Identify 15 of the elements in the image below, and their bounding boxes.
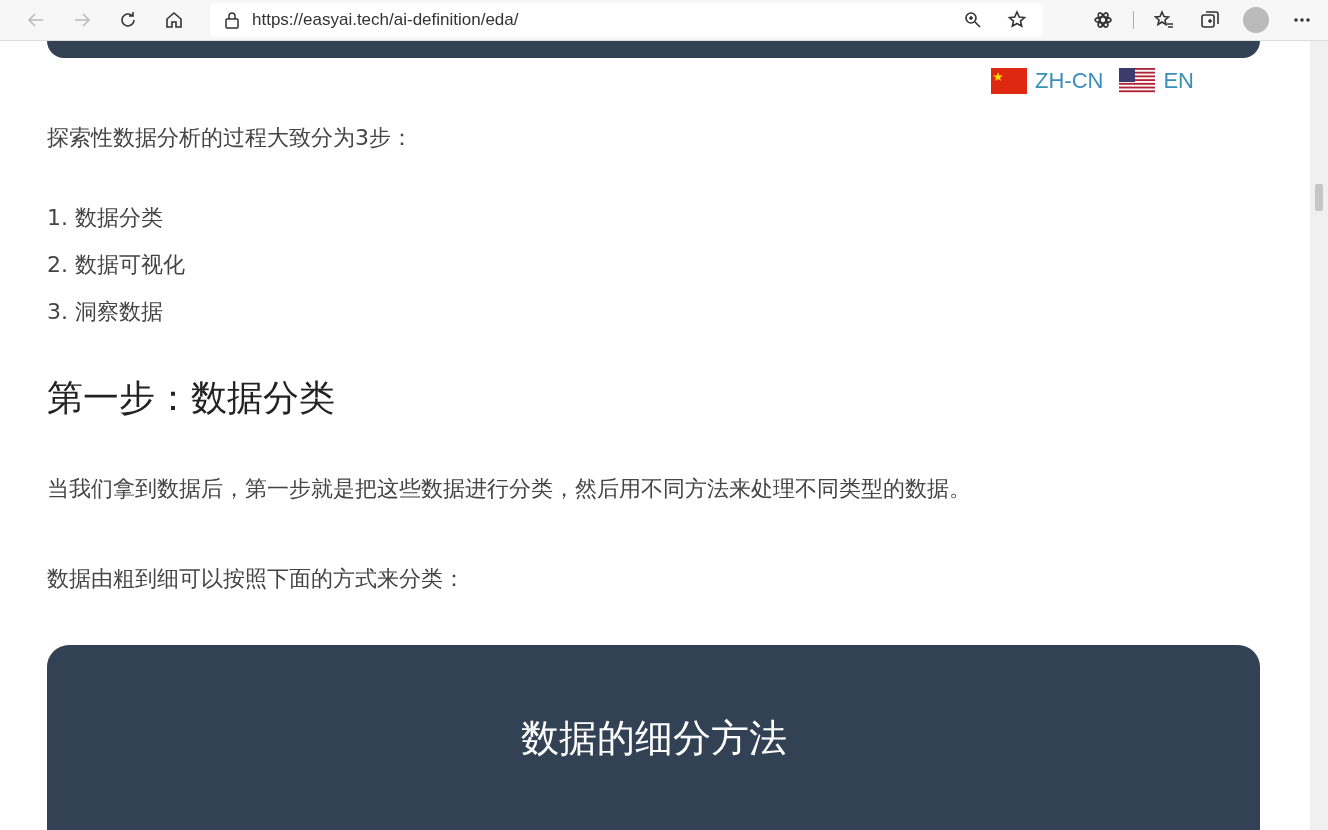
paragraph: 数据由粗到细可以按照下面的方式来分类：	[47, 565, 466, 593]
card-title: 数据的细分方法	[520, 715, 787, 762]
scrollbar[interactable]	[1310, 41, 1328, 830]
flag-icon	[991, 68, 1027, 94]
paragraph: 探索性数据分析的过程大致分为3步：	[47, 124, 414, 152]
paragraph: 当我们拿到数据后，第一步就是把这些数据进行分类，然后用不同方法来处理不同类型的数据。	[47, 475, 972, 503]
language-link[interactable]: EN	[1119, 68, 1194, 94]
list-item: 3. 洞察数据	[47, 298, 164, 326]
list-item: 1. 数据分类	[47, 204, 164, 232]
language-link[interactable]: ZH-CN	[991, 68, 1104, 94]
list-item: 2. 数据可视化	[47, 251, 186, 279]
address-bar[interactable]: https://easyai.tech/ai-definition/eda/	[210, 3, 1043, 37]
lock-icon	[224, 11, 240, 29]
section-heading: 第一步：数据分类	[47, 376, 336, 420]
flag-icon	[1119, 68, 1156, 94]
